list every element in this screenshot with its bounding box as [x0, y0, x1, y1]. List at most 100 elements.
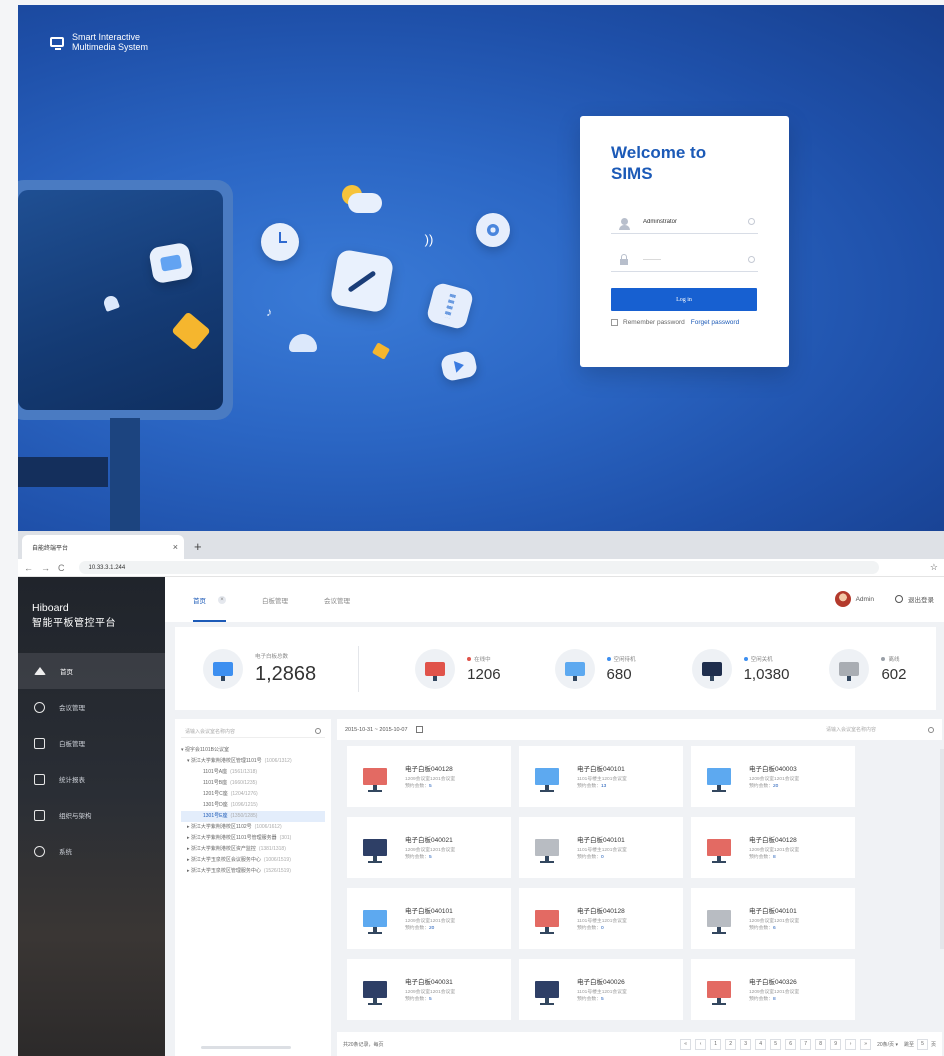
- tab-whiteboards[interactable]: 白板管理: [262, 577, 288, 622]
- page-button[interactable]: ›: [845, 1038, 857, 1050]
- sidebar-item-organization[interactable]: 组织与架构: [18, 797, 165, 833]
- whiteboard-card[interactable]: 电子白板040101 1101号楼主1201会议室 预约会数：13: [519, 746, 683, 807]
- sidebar-item-system[interactable]: 系统: [18, 833, 165, 869]
- whiteboard-icon: [701, 661, 722, 681]
- photo-icon: [148, 241, 194, 285]
- page-button[interactable]: 3: [740, 1038, 752, 1050]
- brand: Smart Interactive Multimedia System: [50, 32, 182, 52]
- username-input[interactable]: [637, 218, 748, 225]
- whiteboard-icon: [535, 981, 559, 1005]
- stat-offline: 离线 602: [829, 627, 906, 710]
- page-button[interactable]: 8: [815, 1038, 827, 1050]
- tree-node[interactable]: ▾ 视字会1101B公议室: [181, 745, 325, 756]
- tree-node[interactable]: 1101号A座 (1561/1318): [181, 767, 325, 778]
- whiteboard-card[interactable]: 电子白板040128 1209会议室1201会议室 预约会数：5: [347, 746, 511, 807]
- search-icon[interactable]: [928, 726, 934, 733]
- calendar-icon[interactable]: [415, 726, 423, 733]
- whiteboard-card[interactable]: 电子白板040003 1209会议室1201会议室 预约会数：20: [691, 746, 855, 807]
- clear-icon[interactable]: [748, 256, 755, 263]
- close-tab-icon[interactable]: ×: [173, 542, 178, 552]
- tree-node[interactable]: ▸ 浙江大学紫荆港校区1102号 (1006/1612): [181, 822, 325, 833]
- stat-powered-off: 空闲关机 1,0380: [691, 627, 789, 710]
- whiteboard-icon: [564, 661, 585, 681]
- whiteboard-card[interactable]: 电子白板040026 1101号楼主1201会议室 预约会数：5: [519, 959, 683, 1020]
- grid-search-input[interactable]: 请输入会议室名称内容: [826, 726, 876, 733]
- tree-node[interactable]: 1201号C座 (1204/1276): [181, 789, 325, 800]
- card-location: 1209会议室1201会议室: [749, 919, 800, 924]
- page-button[interactable]: ‹: [695, 1038, 707, 1050]
- date-range[interactable]: 2015-10-31 ~ 2015-10-07: [345, 727, 408, 733]
- sidebar-nav: 首页 会议管理 白板管理 统计报表 组织与架构 系统: [18, 653, 165, 869]
- page-button[interactable]: 1: [710, 1038, 722, 1050]
- login-screen: Smart Interactive Multimedia System )) ♪…: [18, 5, 944, 531]
- tree-node[interactable]: ▸ 浙江大学玉泉校区管理服务中心 (1526/1519): [181, 866, 325, 877]
- sidebar-item-home[interactable]: 首页: [18, 653, 165, 689]
- tree-node[interactable]: ▾ 浙江大学紫荆港校区管理1101号 (1006/1312): [181, 756, 325, 767]
- sidebar-item-meetings[interactable]: 会议管理: [18, 689, 165, 725]
- page-button[interactable]: 7: [800, 1038, 812, 1050]
- whiteboard-card[interactable]: 电子白板040326 1209会议室1201会议室 预约会数：8: [691, 959, 855, 1020]
- whiteboard-card[interactable]: 电子白板040128 1101号楼主1201会议室 预约会数：0: [519, 888, 683, 949]
- forward-icon[interactable]: →: [41, 563, 50, 573]
- tree-node[interactable]: 1301号D座 (1096/1215): [181, 800, 325, 811]
- tree-node[interactable]: ▸ 浙江大学玉泉校区会议服务中心 (1006/1519): [181, 855, 325, 866]
- card-name: 电子白板040128: [405, 766, 453, 773]
- card-location: 1101号楼主1201会议室: [577, 777, 627, 782]
- card-count: 5: [601, 997, 604, 1002]
- stat-standby-value: 680: [606, 665, 632, 683]
- whiteboard-card[interactable]: 电子白板040101 1101号楼主1201会议室 预约会数：0: [519, 817, 683, 878]
- whiteboard-icon: [363, 839, 387, 863]
- weather-icon: [340, 182, 386, 220]
- whiteboard-icon: [363, 981, 387, 1005]
- page-size-select[interactable]: 20条/页 ▾: [877, 1041, 898, 1048]
- monitor-illustration: [18, 180, 233, 420]
- whiteboard-icon: [707, 981, 731, 1005]
- monitor-icon: [50, 37, 64, 50]
- star-icon[interactable]: ☆: [930, 562, 938, 573]
- sidebar-item-reports[interactable]: 统计报表: [18, 761, 165, 797]
- whiteboard-card[interactable]: 电子白板040021 1209会议室1201会议室 预约会数：5: [347, 817, 511, 878]
- power-icon[interactable]: [895, 595, 903, 603]
- logout-link[interactable]: 退出登录: [908, 594, 934, 604]
- tree-node[interactable]: 1301号E座 (1350/1285): [181, 811, 325, 822]
- remember-label[interactable]: Remember password: [623, 319, 685, 326]
- user-name[interactable]: Admin: [856, 596, 874, 603]
- search-icon[interactable]: [315, 728, 321, 734]
- tree-node[interactable]: 1101号B座 (1660/1235): [181, 778, 325, 789]
- sidebar-item-whiteboards[interactable]: 白板管理: [18, 725, 165, 761]
- tree-search[interactable]: 请输入会议室名称内容: [181, 725, 325, 738]
- card-location: 1101号楼主1201会议室: [577, 919, 627, 924]
- login-button[interactable]: Log in: [611, 288, 757, 311]
- page-button[interactable]: 9: [830, 1038, 842, 1050]
- page-button[interactable]: 5: [770, 1038, 782, 1050]
- page-button[interactable]: «: [680, 1038, 692, 1050]
- new-tab-button[interactable]: +: [194, 539, 202, 554]
- forget-password-link[interactable]: Forget password: [691, 319, 739, 326]
- reload-icon[interactable]: C: [58, 563, 65, 573]
- avatar[interactable]: [834, 591, 851, 607]
- vertical-scrollbar[interactable]: [940, 749, 944, 949]
- whiteboard-card[interactable]: 电子白板040031 1209会议室1201会议室 预约会数：5: [347, 959, 511, 1020]
- back-icon[interactable]: ←: [24, 563, 33, 573]
- page-button[interactable]: 6: [785, 1038, 797, 1050]
- clear-icon[interactable]: [748, 218, 755, 225]
- tab-home[interactable]: 首页 ×: [193, 577, 226, 622]
- url-input[interactable]: 10.33.3.1.244: [78, 561, 879, 574]
- tree-search-input[interactable]: 请输入会议室名称内容: [185, 728, 235, 735]
- whiteboard-card[interactable]: 电子白板040101 1209会议室1201会议室 预约会数：20: [347, 888, 511, 949]
- page-button[interactable]: 2: [725, 1038, 737, 1050]
- horizontal-scrollbar[interactable]: [201, 1046, 291, 1049]
- page-button[interactable]: 4: [755, 1038, 767, 1050]
- page-button[interactable]: »: [860, 1038, 872, 1050]
- whiteboard-card[interactable]: 电子白板040101 1209会议室1201会议室 预约会数：6: [691, 888, 855, 949]
- card-count: 5: [429, 997, 432, 1002]
- tree-node[interactable]: ▸ 浙江大学紫荆港校区资产监控 (1381/1318): [181, 844, 325, 855]
- tree-node[interactable]: ▸ 浙江大学紫荆港校区1101号管理服务器 (301): [181, 833, 325, 844]
- remember-checkbox[interactable]: [611, 319, 618, 326]
- browser-tab[interactable]: 自能终端平台 ×: [22, 535, 184, 559]
- whiteboard-card[interactable]: 电子白板040128 1209会议室1201会议室 预约会数：8: [691, 817, 855, 878]
- goto-input[interactable]: 5: [916, 1038, 928, 1050]
- close-icon[interactable]: ×: [218, 595, 226, 604]
- password-input[interactable]: [637, 256, 748, 263]
- tab-meetings[interactable]: 会议管理: [324, 577, 350, 622]
